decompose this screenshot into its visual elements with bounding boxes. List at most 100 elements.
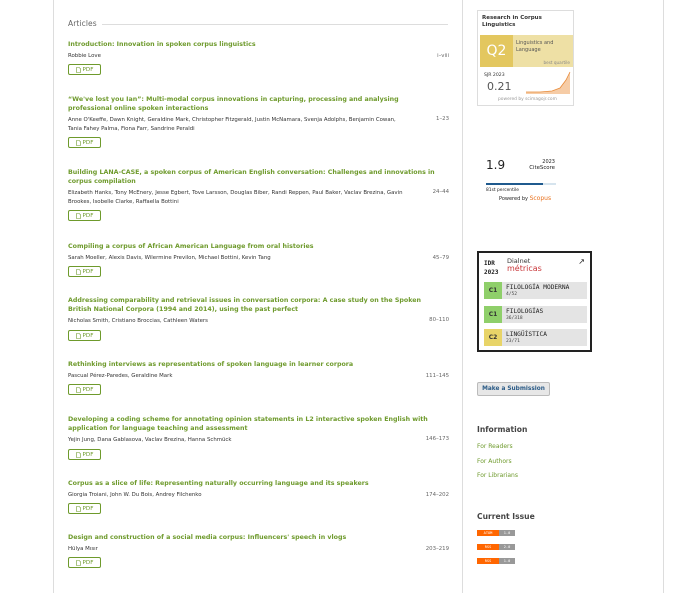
article-title-link[interactable]: “We've lost you Ian”: Multi-modal corpus… xyxy=(68,95,440,113)
article-item: Design and construction of a social medi… xyxy=(68,533,449,568)
article-authors: Nicholas Smith, Cristiano Broccias, Cath… xyxy=(68,318,208,324)
heading-rule xyxy=(102,24,448,25)
article-item: Compiling a corpus of African American L… xyxy=(68,242,449,277)
pdf-icon xyxy=(75,386,81,393)
sjr-quartile: Q2 xyxy=(480,35,513,67)
pdf-download-button[interactable]: PDF xyxy=(68,266,101,277)
pdf-button-label: PDF xyxy=(82,386,94,393)
article-title-link[interactable]: Introduction: Innovation in spoken corpu… xyxy=(68,40,440,49)
scopus-brand: Scopus xyxy=(529,195,552,202)
pdf-icon xyxy=(75,139,81,146)
sjr-widget[interactable]: Research in Corpus Linguistics Q2 Lingui… xyxy=(477,10,574,106)
information-heading: Information xyxy=(477,425,528,434)
article-authors: Giorgia Troiani, John W. Du Bois, Andrey… xyxy=(68,492,202,498)
pdf-button-label: PDF xyxy=(82,212,94,219)
sjr-category-box: Linguistics and Language best quartile xyxy=(513,35,573,67)
pdf-button-label: PDF xyxy=(82,268,94,275)
make-submission-button[interactable]: Make a Submission xyxy=(477,382,550,396)
pdf-icon xyxy=(75,66,81,73)
pdf-download-button[interactable]: PDF xyxy=(68,384,101,395)
article-pages: 174–202 xyxy=(425,492,449,498)
article-item: Addressing comparability and retrieval i… xyxy=(68,296,449,341)
rank-position: 4/52 xyxy=(506,292,518,297)
pdf-icon xyxy=(75,212,81,219)
sjr-journal-title: Research in Corpus Linguistics xyxy=(482,15,542,28)
rank-field: LINGÜÍSTICA xyxy=(506,331,547,338)
feed-badge[interactable]: RSS 1.0 xyxy=(477,558,515,564)
articles-column: Articles Introduction: Innovation in spo… xyxy=(54,0,463,593)
article-title-link[interactable]: Corpus as a slice of life: Representing … xyxy=(68,479,440,488)
article-authors: Sarah Moeller, Alexis Davis, Wilermine P… xyxy=(68,255,271,261)
pdf-download-button[interactable]: PDF xyxy=(68,557,101,568)
article-item: Developing a coding scheme for annotatin… xyxy=(68,415,449,460)
article-pages: 146–173 xyxy=(425,436,449,442)
sjr-best-quartile: best quartile xyxy=(543,60,570,65)
pdf-button-label: PDF xyxy=(82,66,94,73)
article-pages: 203–219 xyxy=(425,546,449,552)
article-pages: 24–44 xyxy=(432,189,449,195)
feed-badge[interactable]: ATOM 1.0 xyxy=(477,530,515,536)
article-title-link[interactable]: Compiling a corpus of African American L… xyxy=(68,242,440,251)
article-pages: 111–145 xyxy=(425,373,449,379)
rank-quartile-badge: C2 xyxy=(484,329,502,346)
articles-heading: Articles xyxy=(68,19,97,28)
sjr-powered-by: powered by scimagojr.com xyxy=(498,97,557,102)
external-link-icon[interactable]: ↗ xyxy=(578,257,585,266)
article-title-link[interactable]: Design and construction of a social medi… xyxy=(68,533,440,542)
pdf-download-button[interactable]: PDF xyxy=(68,210,101,221)
current-issue-heading: Current Issue xyxy=(477,512,535,521)
article-item: “We've lost you Ian”: Multi-modal corpus… xyxy=(68,95,449,148)
feed-type: RSS xyxy=(477,558,499,564)
sjr-sparkline xyxy=(526,71,571,94)
pdf-download-button[interactable]: PDF xyxy=(68,449,101,460)
rank-quartile-badge: C1 xyxy=(484,282,502,299)
article-item: Introduction: Innovation in spoken corpu… xyxy=(68,40,449,75)
idr-text: IDR xyxy=(484,260,495,267)
article-pages: 45–79 xyxy=(432,255,449,261)
citescore-percentile-bar xyxy=(486,183,556,185)
sjr-score: 0.21 xyxy=(487,80,512,93)
rank-position: 23/71 xyxy=(506,339,520,344)
pdf-download-button[interactable]: PDF xyxy=(68,503,101,514)
article-authors: Elizabeth Hanks, Tony McEnery, Jesse Egb… xyxy=(68,190,403,205)
feed-version: 2.0 xyxy=(499,544,515,550)
pdf-button-label: PDF xyxy=(82,332,94,339)
citescore-powered-by: Powered by Scopus xyxy=(499,195,551,202)
information-link[interactable]: For Librarians xyxy=(477,472,518,479)
pdf-download-button[interactable]: PDF xyxy=(68,330,101,341)
feed-version: 1.0 xyxy=(499,530,515,536)
article-item: Building LANA-CASE, a spoken corpus of A… xyxy=(68,168,449,221)
pdf-download-button[interactable]: PDF xyxy=(68,137,101,148)
pdf-icon xyxy=(75,559,81,566)
article-title-link[interactable]: Developing a coding scheme for annotatin… xyxy=(68,415,440,433)
rank-quartile-badge: C1 xyxy=(484,306,502,323)
article-authors: Yejin Jung, Dana Gablasova, Vaclav Brezi… xyxy=(68,437,232,443)
idr-year: 2023 xyxy=(484,269,499,276)
article-item: Corpus as a slice of life: Representing … xyxy=(68,479,449,514)
dialnet-logo-icon: Dialnet métricas xyxy=(507,258,542,273)
feed-version: 1.0 xyxy=(499,558,515,564)
article-pages: 80–110 xyxy=(429,317,449,323)
pdf-button-label: PDF xyxy=(82,559,94,566)
citescore-percentile-fill xyxy=(486,183,543,185)
idr-label: IDR 2023 xyxy=(484,259,498,277)
citescore-widget[interactable]: 1.9 2023 CiteScore 81st percentile Power… xyxy=(483,157,557,207)
information-link[interactable]: For Readers xyxy=(477,443,513,450)
pdf-icon xyxy=(75,451,81,458)
article-item: Rethinking interviews as representations… xyxy=(68,360,449,395)
pdf-icon xyxy=(75,505,81,512)
pdf-icon xyxy=(75,268,81,275)
powered-by-text: Powered by xyxy=(499,196,528,202)
article-pages: 1–23 xyxy=(436,116,449,122)
information-link[interactable]: For Authors xyxy=(477,458,512,465)
dialnet-metrics-widget[interactable]: IDR 2023 Dialnet métricas ↗ C1 FILOLOGÍA … xyxy=(477,251,592,352)
article-title-link[interactable]: Addressing comparability and retrieval i… xyxy=(68,296,440,314)
pdf-download-button[interactable]: PDF xyxy=(68,64,101,75)
article-authors: Pascual Pérez-Paredes, Geraldine Mark xyxy=(68,373,173,379)
feed-badge[interactable]: RSS 2.0 xyxy=(477,544,515,550)
sjr-category: Linguistics and Language xyxy=(516,40,554,53)
citescore-value: 1.9 xyxy=(486,158,506,172)
article-title-link[interactable]: Rethinking interviews as representations… xyxy=(68,360,440,369)
pdf-button-label: PDF xyxy=(82,451,94,458)
article-title-link[interactable]: Building LANA-CASE, a spoken corpus of A… xyxy=(68,168,440,186)
